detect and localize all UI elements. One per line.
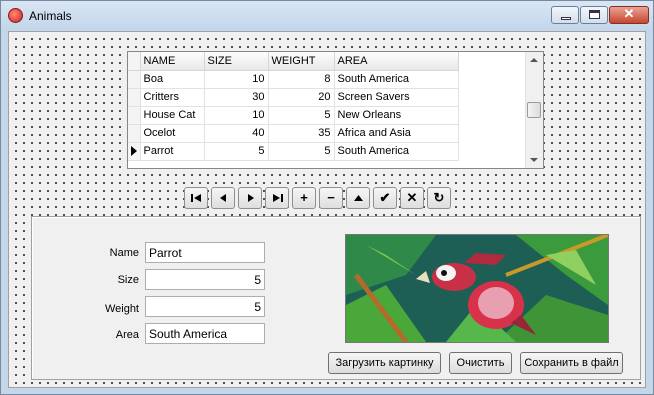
grid-table: NAME SIZE WEIGHT AREA Boa 10 8 South Ame… bbox=[128, 52, 459, 161]
cell-area[interactable]: Screen Savers bbox=[334, 88, 459, 107]
current-row-pointer-icon bbox=[131, 146, 137, 156]
refresh-button[interactable]: ↻ bbox=[427, 187, 451, 209]
area-label: Area bbox=[115, 329, 139, 341]
row-indicator bbox=[128, 142, 141, 161]
cell-size[interactable]: 40 bbox=[204, 124, 269, 143]
title-bar[interactable]: Animals ✕ bbox=[1, 1, 653, 31]
row-indicator bbox=[128, 106, 141, 125]
cell-size[interactable]: 30 bbox=[204, 88, 269, 107]
refresh-icon: ↻ bbox=[433, 190, 445, 205]
cell-weight[interactable]: 8 bbox=[268, 70, 335, 89]
weight-label: Weight bbox=[104, 303, 139, 315]
first-record-icon bbox=[191, 194, 201, 202]
edit-record-button[interactable] bbox=[346, 187, 370, 209]
save-to-file-button[interactable]: Сохранить в файл bbox=[520, 352, 623, 374]
window-title: Animals bbox=[29, 9, 72, 23]
name-label: Name bbox=[109, 247, 139, 259]
table-row[interactable]: House Cat 10 5 New Orleans bbox=[128, 106, 459, 125]
cell-name[interactable]: Critters bbox=[140, 88, 205, 107]
grid-vertical-scrollbar[interactable] bbox=[525, 52, 543, 168]
insert-record-icon: + bbox=[300, 190, 308, 205]
column-header-weight[interactable]: WEIGHT bbox=[268, 52, 335, 71]
cell-weight[interactable]: 5 bbox=[268, 106, 335, 125]
indicator-header bbox=[128, 52, 141, 71]
prior-record-button[interactable] bbox=[211, 187, 235, 209]
edit-record-icon bbox=[354, 195, 363, 201]
area-field[interactable]: South America bbox=[145, 323, 265, 344]
delete-record-icon: − bbox=[327, 190, 335, 205]
grid-header-row: NAME SIZE WEIGHT AREA bbox=[128, 52, 459, 71]
scroll-thumb[interactable] bbox=[527, 102, 541, 118]
column-header-area[interactable]: AREA bbox=[334, 52, 459, 71]
post-record-icon: ✔ bbox=[379, 190, 391, 205]
table-row[interactable]: Boa 10 8 South America bbox=[128, 70, 459, 89]
cell-weight[interactable]: 20 bbox=[268, 88, 335, 107]
app-window: Animals ✕ NAME SIZE WEIGHT AREA Boa 10 8… bbox=[0, 0, 654, 395]
cell-name[interactable]: Ocelot bbox=[140, 124, 205, 143]
cell-area[interactable]: New Orleans bbox=[334, 106, 459, 125]
prior-record-icon bbox=[220, 194, 226, 202]
clear-button[interactable]: Очистить bbox=[449, 352, 512, 374]
cell-name[interactable]: Boa bbox=[140, 70, 205, 89]
cell-name[interactable]: Parrot bbox=[140, 142, 205, 161]
scroll-up-icon[interactable] bbox=[530, 58, 538, 62]
row-indicator bbox=[128, 124, 141, 143]
size-label: Size bbox=[117, 274, 139, 286]
maximize-icon bbox=[589, 10, 600, 19]
scroll-down-icon[interactable] bbox=[530, 158, 538, 162]
cell-area[interactable]: South America bbox=[334, 142, 459, 161]
parrot-picture bbox=[346, 235, 608, 342]
next-record-button[interactable] bbox=[238, 187, 262, 209]
column-header-size[interactable]: SIZE bbox=[204, 52, 269, 71]
delete-record-button[interactable]: − bbox=[319, 187, 343, 209]
cell-size[interactable]: 10 bbox=[204, 70, 269, 89]
cell-weight[interactable]: 5 bbox=[268, 142, 335, 161]
next-record-icon bbox=[248, 194, 254, 202]
table-row[interactable]: Parrot 5 5 South America bbox=[128, 142, 459, 161]
cell-size[interactable]: 5 bbox=[204, 142, 269, 161]
last-record-icon bbox=[273, 194, 283, 202]
post-record-button[interactable]: ✔ bbox=[373, 187, 397, 209]
cell-size[interactable]: 10 bbox=[204, 106, 269, 125]
cell-area[interactable]: Africa and Asia bbox=[334, 124, 459, 143]
insert-record-button[interactable]: + bbox=[292, 187, 316, 209]
close-icon: ✕ bbox=[623, 6, 635, 21]
name-field[interactable]: Parrot bbox=[145, 242, 265, 263]
app-icon bbox=[8, 8, 23, 23]
size-field[interactable]: 5 bbox=[145, 269, 265, 290]
row-indicator bbox=[128, 88, 141, 107]
table-row[interactable]: Critters 30 20 Screen Savers bbox=[128, 88, 459, 107]
minimize-button[interactable] bbox=[551, 6, 579, 24]
cell-name[interactable]: House Cat bbox=[140, 106, 205, 125]
table-row[interactable]: Ocelot 40 35 Africa and Asia bbox=[128, 124, 459, 143]
cancel-edit-button[interactable]: ✕ bbox=[400, 187, 424, 209]
column-header-name[interactable]: NAME bbox=[140, 52, 205, 71]
cell-area[interactable]: South America bbox=[334, 70, 459, 89]
maximize-button[interactable] bbox=[580, 6, 608, 24]
load-picture-button[interactable]: Загрузить картинку bbox=[328, 352, 441, 374]
close-button[interactable]: ✕ bbox=[609, 6, 649, 24]
first-record-button[interactable] bbox=[184, 187, 208, 209]
weight-field[interactable]: 5 bbox=[145, 296, 265, 317]
row-indicator bbox=[128, 70, 141, 89]
minimize-icon bbox=[561, 17, 571, 20]
parrot-image[interactable] bbox=[345, 234, 609, 343]
last-record-button[interactable] bbox=[265, 187, 289, 209]
cell-weight[interactable]: 35 bbox=[268, 124, 335, 143]
cancel-edit-icon: ✕ bbox=[406, 190, 418, 205]
animals-grid[interactable]: NAME SIZE WEIGHT AREA Boa 10 8 South Ame… bbox=[127, 51, 544, 169]
